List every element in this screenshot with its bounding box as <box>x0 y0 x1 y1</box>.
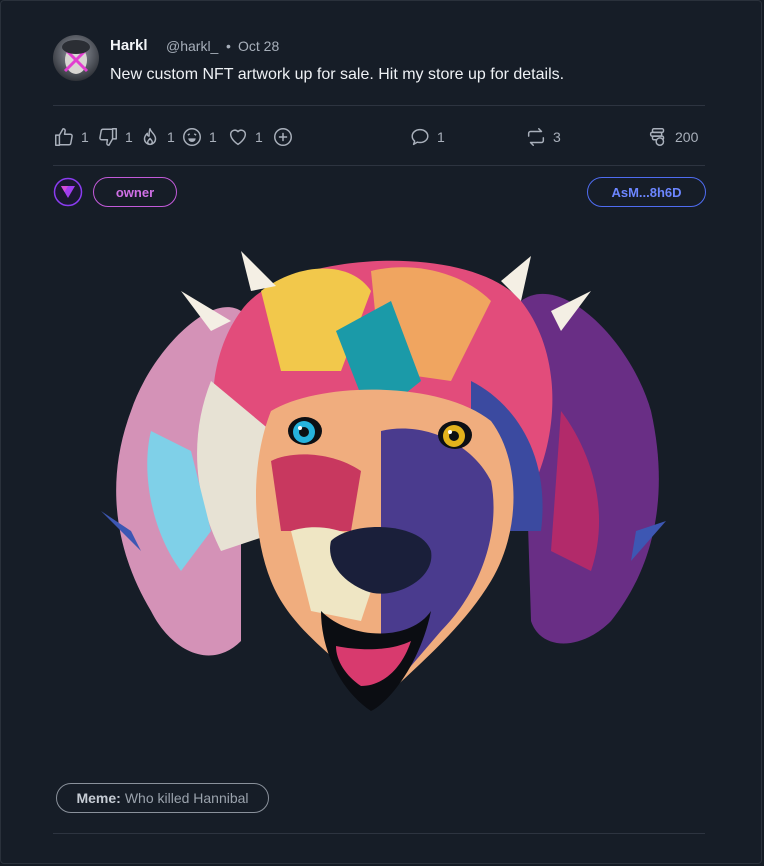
thumbs-down-icon <box>99 128 117 146</box>
platform-logo-icon[interactable] <box>53 177 83 207</box>
reaction-count: 1 <box>125 129 133 145</box>
tip-button[interactable]: 200 <box>647 123 698 151</box>
post-header: Harkl @harkl_ • Oct 28 New custom NFT ar… <box>53 35 705 95</box>
divider-middle <box>53 165 705 166</box>
add-reaction-icon <box>274 128 292 146</box>
reaction-count: 1 <box>255 129 263 145</box>
reaction-count: 1 <box>167 129 175 145</box>
author-handle[interactable]: @harkl_ <box>166 38 218 54</box>
avatar-mask-icon <box>62 40 90 74</box>
reaction-laugh[interactable]: 1 <box>181 123 217 151</box>
meme-label: Meme: <box>76 790 121 806</box>
nft-artwork-image[interactable] <box>91 231 671 751</box>
tip-amount: 200 <box>675 129 699 145</box>
add-reaction-button[interactable] <box>272 123 294 151</box>
meme-name: Who killed Hannibal <box>124 790 249 806</box>
post-date[interactable]: Oct 28 <box>238 38 279 54</box>
author-avatar[interactable] <box>53 35 99 81</box>
action-bar: 1 1 1 1 1 1 3 200 <box>53 123 705 153</box>
fire-icon <box>143 128 157 146</box>
coins-stack-icon <box>649 128 665 146</box>
repost-button[interactable]: 3 <box>525 123 561 151</box>
comment-button[interactable]: 1 <box>409 123 445 151</box>
reaction-thumbs-down[interactable]: 1 <box>97 123 133 151</box>
tag-row: owner AsM...8h6D <box>53 177 706 209</box>
repost-count: 3 <box>553 129 561 145</box>
laughing-face-icon <box>183 128 201 146</box>
meme-tag[interactable]: Meme: Who killed Hannibal <box>56 783 269 813</box>
owner-badge[interactable]: owner <box>93 177 177 207</box>
divider-bottom <box>53 833 705 834</box>
post-text: New custom NFT artwork up for sale. Hit … <box>110 66 565 83</box>
reaction-fire[interactable]: 1 <box>139 123 175 151</box>
reaction-heart[interactable]: 1 <box>227 123 263 151</box>
comment-count: 1 <box>437 129 445 145</box>
reaction-thumbs-up[interactable]: 1 <box>53 123 89 151</box>
thumbs-up-icon <box>55 128 73 146</box>
meta-separator: • <box>226 38 231 54</box>
post-card: Harkl @harkl_ • Oct 28 New custom NFT ar… <box>0 0 762 864</box>
comment-icon <box>411 128 429 146</box>
repost-icon <box>527 128 545 146</box>
author-name[interactable]: Harkl <box>110 37 148 54</box>
reaction-count: 1 <box>81 129 89 145</box>
divider-top <box>53 105 705 106</box>
heart-icon <box>229 129 247 146</box>
reaction-count: 1 <box>209 129 217 145</box>
wallet-address-button[interactable]: AsM...8h6D <box>587 177 706 207</box>
